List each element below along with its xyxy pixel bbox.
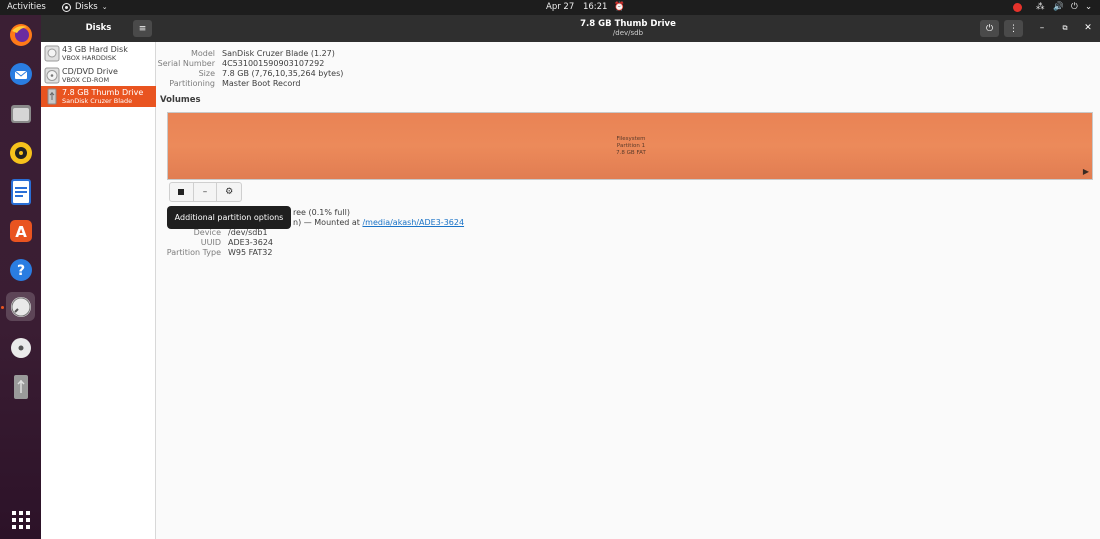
disk-name: 43 GB Hard Disk: [62, 45, 128, 54]
tooltip: Additional partition options: [167, 206, 291, 229]
restore-icon: ⧉: [1062, 23, 1068, 32]
uuid-label: UUID: [200, 238, 221, 247]
thunderbird-icon[interactable]: [6, 59, 35, 88]
contents-fragment: n) — Mounted at: [293, 218, 360, 227]
size-label: Size: [198, 69, 215, 78]
drive-options-button[interactable]: ⋮: [1004, 20, 1023, 37]
device-label: Device: [193, 228, 221, 237]
partition-options-button[interactable]: ⚙: [217, 183, 241, 201]
header-bar: 7.8 GB Thumb Drive /dev/sdb ⏻ ⋮ – ⧉ ✕: [156, 15, 1100, 42]
serial-value: 4C531001590903107292: [222, 59, 325, 68]
app-center-icon[interactable]: A: [6, 216, 35, 245]
model-label: Model: [190, 49, 215, 58]
volume-toolbar: – ⚙: [169, 182, 242, 202]
minus-icon: –: [202, 187, 208, 197]
partition-size-fragment: ree (0.1% full): [293, 208, 350, 217]
volumes-heading: Volumes: [160, 95, 201, 105]
disk-model: VBOX HARDDISK: [62, 54, 117, 62]
power-icon: ⏻: [985, 23, 994, 34]
mount-point-link[interactable]: /media/akash/ADE3-3624: [362, 218, 464, 227]
model-value: SanDisk Cruzer Blade (1.27): [222, 49, 335, 58]
device-value: /dev/sdb1: [228, 228, 268, 237]
partition-type-value: W95 FAT32: [228, 248, 273, 257]
unmount-button[interactable]: [170, 183, 194, 201]
disk-item-hard-disk[interactable]: 43 GB Hard Disk VBOX HARDDISK: [41, 43, 156, 64]
disk-model: SanDisk Cruzer Blade: [62, 97, 133, 105]
disks-icon[interactable]: [6, 292, 35, 321]
app-menu-button[interactable]: ≡: [133, 20, 152, 37]
serial-label: Serial Number: [157, 59, 215, 68]
partitioning-value: Master Boot Record: [222, 79, 301, 88]
disk-name: 7.8 GB Thumb Drive: [62, 88, 144, 97]
close-icon: ✕: [1084, 23, 1092, 33]
power-off-button[interactable]: ⏻: [980, 20, 999, 37]
dock: A ?: [0, 15, 41, 539]
app-menu-button[interactable]: Disks ⌄: [62, 2, 108, 13]
help-icon[interactable]: ?: [6, 255, 35, 284]
partition-type-label: Partition Type: [166, 248, 221, 257]
volume-partition-1[interactable]: Filesystem Partition 1 7.8 GB FAT ▶: [167, 112, 1093, 180]
volume-partition-name: Partition 1: [616, 143, 646, 149]
disk-item-thumb-drive[interactable]: 7.8 GB Thumb Drive SanDisk Cruzer Blade: [41, 86, 156, 107]
app-name: Disks: [75, 2, 98, 12]
minimize-button[interactable]: –: [1035, 21, 1049, 35]
maximize-button[interactable]: ⧉: [1058, 21, 1072, 35]
files-icon[interactable]: [6, 99, 35, 128]
alarm-clock-icon: ⏰: [614, 2, 625, 12]
network-icon[interactable]: ⁂: [1036, 2, 1045, 13]
usb-drive-icon[interactable]: [6, 372, 35, 401]
volume-icon[interactable]: 🔊: [1053, 2, 1064, 13]
optical-drive-icon[interactable]: [6, 333, 35, 362]
size-value: 7.8 GB (7,76,10,35,264 bytes): [222, 69, 344, 78]
volume-size: 7.8 GB FAT: [616, 150, 646, 156]
disk-item-cd-dvd[interactable]: CD/DVD Drive VBOX CD-ROM: [41, 65, 156, 86]
minimize-icon: –: [1039, 23, 1045, 33]
partitioning-label: Partitioning: [169, 79, 215, 88]
firefox-icon[interactable]: [6, 20, 35, 49]
uuid-value: ADE3-3624: [228, 238, 274, 247]
power-icon[interactable]: ⏻: [1071, 2, 1078, 13]
svg-text:A: A: [15, 223, 27, 241]
drive-details: Model SanDisk Cruzer Blade (1.27) Serial…: [156, 42, 1100, 539]
show-applications-icon[interactable]: [6, 505, 35, 534]
do-not-disturb-icon[interactable]: [1013, 3, 1022, 12]
date-text: Apr 27: [546, 2, 575, 12]
volume-type: Filesystem: [616, 136, 646, 142]
top-bar: Activities Disks ⌄ Apr 27 16:21 ⏰ ⁂ 🔊 ⏻ …: [0, 0, 1100, 15]
hard-disk-icon: [44, 45, 60, 62]
disk-model: VBOX CD-ROM: [62, 76, 110, 84]
disk-list: 43 GB Hard Disk VBOX HARDDISK CD/DVD Dri…: [41, 42, 156, 539]
partition-contents: n) — Mounted at /media/akash/ADE3-3624: [293, 218, 464, 227]
disks-app-icon: [62, 3, 71, 12]
writer-icon[interactable]: [6, 177, 35, 206]
gears-icon: ⚙: [225, 187, 234, 197]
drive-title: 7.8 GB Thumb Drive: [580, 19, 676, 29]
clock-button[interactable]: Apr 27 16:21 ⏰: [546, 2, 625, 13]
rhythmbox-icon[interactable]: [6, 138, 35, 167]
play-arrow-icon: ▶: [1082, 167, 1089, 176]
hamburger-icon: ≡: [138, 23, 147, 34]
optical-disc-icon: [44, 67, 60, 84]
stop-icon: [178, 189, 185, 195]
activities-button[interactable]: Activities: [7, 2, 46, 13]
chevron-down-icon: ⌄: [101, 3, 108, 11]
chevron-down-icon[interactable]: ⌄: [1085, 2, 1092, 13]
close-button[interactable]: ✕: [1081, 21, 1095, 35]
sidebar-header: Disks ≡: [41, 15, 156, 42]
disk-name: CD/DVD Drive: [62, 67, 118, 76]
running-indicator: [1, 306, 4, 309]
time-text: 16:21: [582, 2, 608, 12]
drive-device-path: /dev/sdb: [612, 29, 644, 37]
svg-text:?: ?: [16, 263, 24, 279]
delete-partition-button[interactable]: –: [194, 183, 218, 201]
usb-drive-icon: [47, 88, 57, 105]
kebab-menu-icon: ⋮: [1009, 23, 1018, 34]
